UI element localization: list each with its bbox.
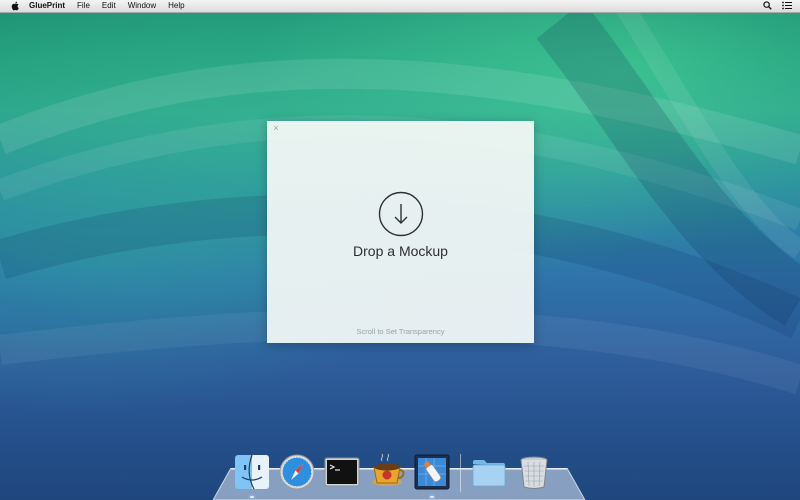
dock-app-glueprint[interactable] xyxy=(412,452,452,498)
list-icon[interactable] xyxy=(782,1,792,12)
dock-app-espresso[interactable] xyxy=(367,452,407,492)
dock-stack-trash[interactable] xyxy=(514,452,554,492)
transparency-hint: Scroll to Set Transparency xyxy=(356,327,445,336)
dock-stack-folder[interactable] xyxy=(469,452,509,492)
menu-app-name[interactable]: GluePrint xyxy=(29,0,65,12)
drop-mockup-window[interactable]: × Drop a Mockup Scroll to Set Transparen… xyxy=(267,121,534,343)
dock-app-terminal[interactable] xyxy=(322,452,362,492)
glueprint-icon xyxy=(414,454,450,490)
dock-app-safari[interactable] xyxy=(277,452,317,492)
espresso-icon xyxy=(372,453,405,486)
running-indicator xyxy=(430,496,434,498)
apple-icon[interactable] xyxy=(10,1,20,11)
dock xyxy=(232,446,559,498)
desktop-wallpaper: GluePrint File Edit Window Help × Drop a… xyxy=(0,0,800,500)
folder-icon xyxy=(472,460,506,487)
trash-icon xyxy=(520,456,548,489)
menu-file[interactable]: File xyxy=(77,0,90,12)
menu-extras xyxy=(763,0,792,12)
terminal-icon xyxy=(324,457,360,487)
drop-title: Drop a Mockup xyxy=(353,243,448,259)
menu-help[interactable]: Help xyxy=(168,0,184,12)
menu-edit[interactable]: Edit xyxy=(102,0,116,12)
finder-icon xyxy=(235,454,269,490)
download-arrow-icon xyxy=(378,191,424,237)
search-icon[interactable] xyxy=(763,0,772,12)
close-button[interactable]: × xyxy=(271,123,281,133)
safari-icon xyxy=(279,454,315,490)
menu-bar: GluePrint File Edit Window Help xyxy=(0,0,800,13)
menu-window[interactable]: Window xyxy=(128,0,156,12)
dock-separator xyxy=(460,454,461,492)
running-indicator xyxy=(250,496,254,498)
dock-app-finder[interactable] xyxy=(232,452,272,498)
